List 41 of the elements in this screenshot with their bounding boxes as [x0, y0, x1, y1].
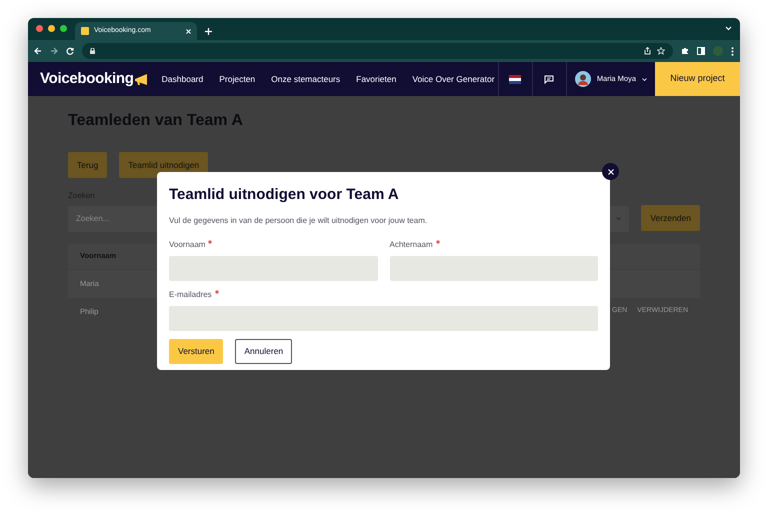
favicon-icon — [81, 27, 89, 35]
close-tab-icon[interactable] — [186, 28, 191, 34]
dutch-flag-icon — [509, 74, 522, 84]
close-button[interactable] — [602, 163, 619, 180]
back-icon[interactable] — [34, 47, 42, 55]
chevron-down-icon[interactable] — [725, 26, 732, 31]
field-label: E-mailadres — [169, 288, 212, 300]
input-field[interactable] — [390, 256, 598, 280]
nav-link[interactable]: Dashboard — [162, 72, 204, 86]
nav-link[interactable]: Favorieten — [356, 72, 396, 86]
caret-icon — [642, 78, 647, 80]
dialog-description: Vul de gegevens in van de persoon die je wilt uitnodigen voor jouw team. — [169, 214, 428, 226]
caret-icon — [616, 217, 622, 220]
avatar-icon — [574, 71, 591, 87]
puzzle-icon[interactable] — [681, 47, 689, 55]
close-icon — [608, 168, 614, 174]
minimize-window-icon[interactable] — [48, 25, 55, 32]
nav-link[interactable]: Voice Over Generator — [412, 72, 495, 86]
star-icon[interactable] — [657, 47, 665, 55]
nav-link[interactable]: Projecten — [219, 72, 256, 86]
chat-icon — [544, 74, 554, 84]
input-field[interactable] — [169, 256, 378, 280]
new-tab-icon[interactable] — [205, 28, 212, 35]
maximize-window-icon[interactable] — [60, 25, 67, 32]
field-label: Achternaam — [390, 238, 433, 250]
share-icon[interactable] — [644, 47, 651, 55]
dialog-title: Teamlid uitnodigen voor Team A — [169, 185, 400, 205]
submit-button[interactable]: Versturen — [169, 338, 224, 364]
nav-link[interactable]: Onze stemacteurs — [271, 72, 340, 86]
megaphone-icon — [134, 72, 150, 86]
new-project-button[interactable]: Nieuw project — [655, 62, 740, 96]
close-window-icon[interactable] — [36, 25, 43, 32]
field-label: Voornaam — [169, 238, 206, 250]
cancel-button[interactable]: Annuleren — [235, 338, 292, 364]
sidebar-icon[interactable] — [697, 47, 705, 55]
more-icon[interactable] — [731, 46, 734, 56]
input-field[interactable] — [169, 306, 598, 330]
forward-icon[interactable] — [50, 47, 58, 55]
lock-icon — [90, 48, 95, 54]
logo-text[interactable]: Voicebooking — [40, 68, 134, 90]
reload-icon[interactable] — [66, 47, 74, 55]
